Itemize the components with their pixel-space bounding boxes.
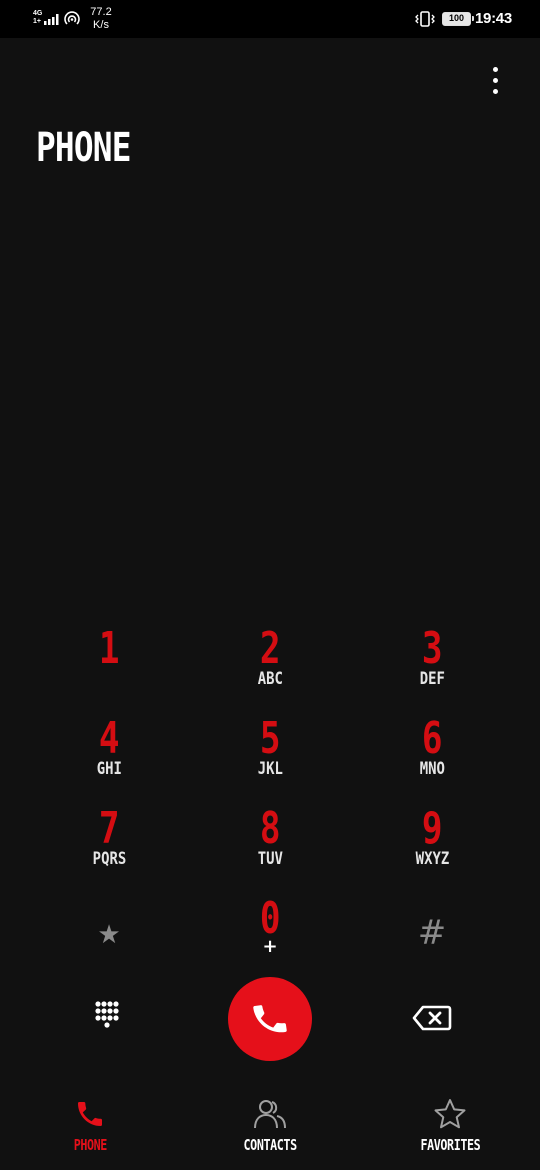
key-digit: 7 (98, 803, 120, 854)
bottom-nav: PHONE CONTACTS FAVORITES (0, 1090, 540, 1170)
key-letters: DEF (419, 669, 445, 689)
key-1[interactable]: 1 (49, 624, 169, 708)
dialpad-icon (95, 1001, 119, 1028)
nav-item-phone[interactable]: PHONE (20, 1090, 160, 1162)
clock: 19:43 (475, 10, 512, 27)
nav-item-favorites[interactable]: FAVORITES (380, 1090, 520, 1162)
key-digit: 3 (421, 623, 443, 674)
key-hash[interactable]: # (372, 894, 492, 978)
phone-icon (78, 1102, 102, 1126)
key-letters: JKL (257, 759, 283, 779)
network-speed: 77.2 K/s (83, 6, 119, 32)
vibrate-icon (415, 11, 435, 27)
speed-value: 77.2 (90, 6, 112, 18)
key-9[interactable]: 9 WXYZ (372, 804, 492, 888)
battery-level: 100 (443, 13, 470, 25)
key-digit: 1 (98, 623, 120, 674)
speed-unit: K/s (93, 19, 109, 31)
key-digit: 4 (98, 713, 120, 764)
key-7[interactable]: 7 PQRS (49, 804, 169, 888)
key-letters: MNO (419, 759, 445, 779)
signal-bars-icon (44, 14, 59, 25)
key-5[interactable]: 5 JKL (210, 714, 330, 798)
dial-actions (0, 975, 540, 1061)
call-button[interactable] (228, 977, 312, 1061)
hotspot-icon (64, 11, 80, 25)
key-4[interactable]: 4 GHI (49, 714, 169, 798)
nav-item-contacts[interactable]: CONTACTS (200, 1090, 340, 1162)
backspace-icon (412, 1005, 452, 1031)
status-bar: 4G 1+ 77.2 K/s 100 19:43 (0, 0, 540, 38)
key-letters: WXYZ (415, 849, 449, 869)
key-0[interactable]: 0 + (210, 894, 330, 978)
nav-label: PHONE (73, 1136, 107, 1154)
key-digit: 9 (421, 803, 443, 854)
hash-key-label: # (417, 913, 447, 953)
key-8[interactable]: 8 TUV (210, 804, 330, 888)
key-digit: 8 (259, 803, 281, 854)
star-key-icon: ★ (97, 920, 121, 950)
key-digit: 6 (421, 713, 443, 764)
contacts-icon (254, 1100, 286, 1129)
backspace-button[interactable] (412, 1005, 452, 1031)
nav-label: CONTACTS (243, 1136, 297, 1154)
page-title: PHONE (36, 125, 131, 171)
key-3[interactable]: 3 DEF (372, 624, 492, 708)
signal-indicator: 4G 1+ (33, 10, 63, 28)
key-star[interactable]: ★ (49, 894, 169, 978)
more-options-button[interactable] (480, 62, 510, 98)
battery-icon: 100 (442, 12, 474, 26)
key-6[interactable]: 6 MNO (372, 714, 492, 798)
key-digit: 5 (259, 713, 281, 764)
more-vert-icon (492, 66, 498, 72)
key-letters: PQRS (92, 849, 126, 869)
nav-label: FAVORITES (420, 1136, 480, 1154)
dialpad-toggle-button[interactable] (91, 1000, 127, 1036)
key-2[interactable]: 2 ABC (210, 624, 330, 708)
network-sub: 1+ (33, 18, 41, 25)
key-letters: ABC (257, 669, 283, 689)
key-letters: GHI (96, 759, 122, 779)
star-icon (434, 1099, 466, 1129)
phone-icon (253, 1005, 287, 1033)
key-digit: 2 (259, 623, 281, 674)
network-type: 4G (33, 10, 43, 17)
key-letters: TUV (257, 849, 283, 869)
key-digit: 0 (259, 893, 281, 944)
